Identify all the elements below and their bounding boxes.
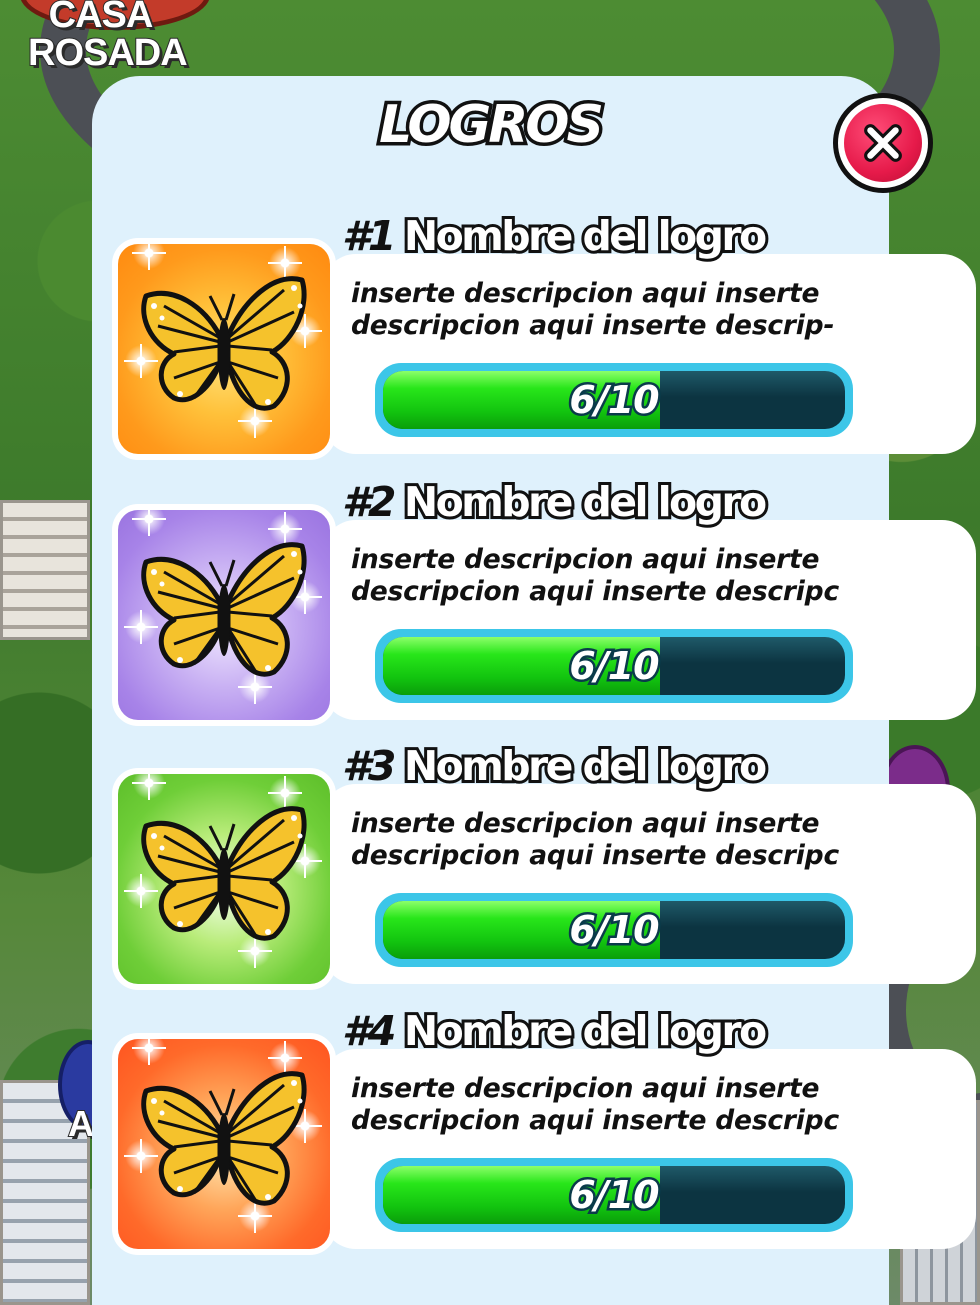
achievement-progress-bar: 6/10 [375, 629, 853, 703]
achievement-title: #4 Nombre del logro [342, 1004, 770, 1058]
achievement-description: inserte descripcion aqui inserte descrip… [351, 1073, 871, 1137]
achievement-progress-bar: 6/10 [375, 893, 853, 967]
map-location-label: A [67, 1103, 95, 1144]
panel-title: LOGROS [376, 92, 608, 159]
achievement-description-line: descripcion aqui inserte descripc [351, 840, 839, 871]
achievement-description: inserte descripcion aqui inserte descrip… [351, 808, 871, 872]
achievement-name: Nombre del logro [401, 1004, 770, 1058]
achievement-thumbnail [112, 238, 336, 460]
progress-track: 6/10 [383, 901, 845, 959]
achievement-name: Nombre del logro [401, 739, 770, 793]
progress-track: 6/10 [383, 637, 845, 695]
map-location-label: CASA ROSADA [27, 0, 189, 74]
achievement-number: #1 [342, 212, 396, 260]
achievement-description: inserte descripcion aqui inserte descrip… [351, 544, 871, 608]
achievement-progress-bar: 6/10 [375, 363, 853, 437]
butterfly-icon [141, 1071, 307, 1206]
achievement-item[interactable]: #1 Nombre del logro inserte descripcion a… [112, 209, 976, 470]
progress-label: 6/10 [567, 642, 662, 691]
achievement-badge-background [118, 1039, 330, 1249]
progress-label: 6/10 [567, 906, 662, 955]
achievement-description-line: inserte descripcion aqui inserte [351, 278, 820, 309]
achievement-description-line: descripcion aqui inserte descripc [351, 1105, 839, 1136]
achievement-item[interactable]: #2 Nombre del logro inserte descripcion a… [112, 475, 976, 736]
achievement-name: Nombre del logro [401, 475, 770, 529]
achievement-description-line: descripcion aqui inserte descrip- [351, 310, 835, 341]
achievement-title: #1 Nombre del logro [342, 209, 770, 263]
achievement-badge-background [118, 774, 330, 984]
progress-track: 6/10 [383, 1166, 845, 1224]
achievement-thumbnail [112, 1033, 336, 1255]
progress-label: 6/10 [567, 1171, 662, 1220]
progress-track: 6/10 [383, 371, 845, 429]
achievement-item[interactable]: #4 Nombre del logro inserte descripcion a… [112, 1004, 976, 1265]
close-button[interactable] [833, 93, 933, 193]
butterfly-icon [141, 542, 307, 677]
achievement-description-line: inserte descripcion aqui inserte [351, 1073, 820, 1104]
close-icon [844, 104, 922, 182]
butterfly-icon [141, 276, 307, 411]
achievement-name: Nombre del logro [401, 209, 770, 263]
achievement-number: #4 [342, 1007, 396, 1055]
building [0, 500, 90, 640]
achievement-badge-background [118, 510, 330, 720]
achievement-title: #2 Nombre del logro [342, 475, 770, 529]
achievement-description-line: inserte descripcion aqui inserte [351, 544, 820, 575]
achievement-description: inserte descripcion aqui inserte descrip… [351, 278, 871, 342]
achievement-title: #3 Nombre del logro [342, 739, 770, 793]
achievement-thumbnail [112, 504, 336, 726]
butterfly-icon [141, 806, 307, 941]
achievement-description-line: descripcion aqui inserte descripc [351, 576, 839, 607]
achievement-description-line: inserte descripcion aqui inserte [351, 808, 820, 839]
achievement-progress-bar: 6/10 [375, 1158, 853, 1232]
achievement-item[interactable]: #3 Nombre del logro inserte descripcion a… [112, 739, 976, 1000]
achievement-thumbnail [112, 768, 336, 990]
achievement-number: #3 [342, 742, 396, 790]
achievement-badge-background [118, 244, 330, 454]
progress-label: 6/10 [567, 376, 662, 425]
achievement-number: #2 [342, 478, 396, 526]
x-icon [864, 124, 902, 162]
